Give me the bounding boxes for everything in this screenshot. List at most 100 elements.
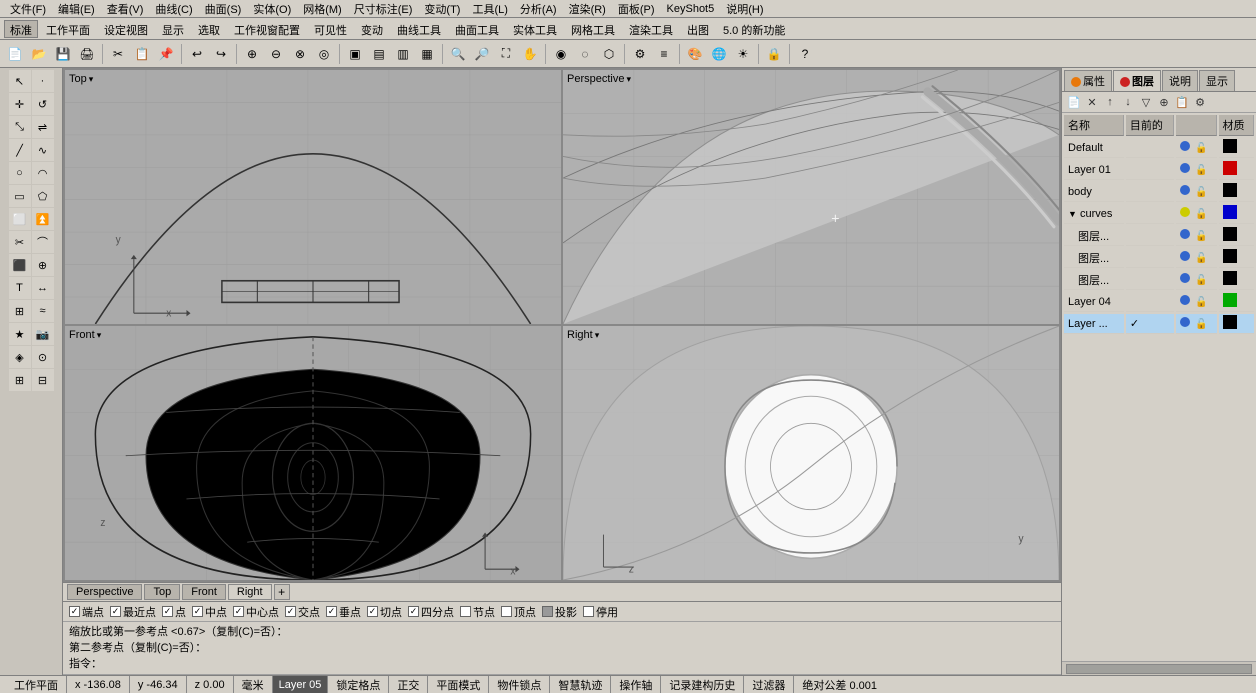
viewport-front[interactable]: Front [65,326,561,580]
layer-name-body[interactable]: body [1064,182,1124,202]
tool3-icon[interactable]: ⊗ [289,43,311,65]
menu-curve[interactable]: 曲线(C) [149,1,198,17]
snap-intersect-cb[interactable] [285,606,296,617]
vp-tab-top[interactable]: Top [144,584,180,600]
menu-render[interactable]: 渲染(R) [563,1,612,17]
snap-vertex-cb[interactable] [501,606,512,617]
snap-perp[interactable]: 垂点 [326,604,361,620]
status-snap2[interactable]: 正交 [389,676,428,693]
tb-select[interactable]: 选取 [192,20,226,38]
lock-icon[interactable]: 🔒 [763,43,785,65]
layer-vis-tool[interactable]: ◈ [9,346,31,368]
rpanel-tab-notes[interactable]: 说明 [1162,70,1198,91]
layer-lock-sub2[interactable]: 🔓 [1195,253,1207,264]
render-tool[interactable]: ★ [9,323,31,345]
snap-icon[interactable]: ⚙ [629,43,651,65]
vp-tab-perspective[interactable]: Perspective [67,584,142,600]
point-tool[interactable]: · [32,70,54,92]
tb-viewport-config[interactable]: 工作视窗配置 [228,20,306,38]
tool4-icon[interactable]: ◎ [313,43,335,65]
rp-new-icon[interactable]: 📄 [1066,94,1082,110]
new-icon[interactable]: 📄 [4,43,26,65]
help-icon[interactable]: ? [794,43,816,65]
poly-tool[interactable]: ⬠ [32,185,54,207]
snap-knot[interactable]: 节点 [460,604,495,620]
layer-lock-curves[interactable]: 🔓 [1195,209,1207,220]
rp-filter-icon[interactable]: ▽ [1138,94,1154,110]
paste-icon[interactable]: 📌 [155,43,177,65]
menu-help[interactable]: 说明(H) [720,1,769,17]
rp-down-icon[interactable]: ↓ [1120,94,1136,110]
rp-add-icon[interactable]: ⊕ [1156,94,1172,110]
viewport-front-label[interactable]: Front [69,329,101,341]
rp-up-icon[interactable]: ↑ [1102,94,1118,110]
status-snap6[interactable]: 操作轴 [611,676,661,693]
status-snap3[interactable]: 平面模式 [428,676,489,693]
snap-endpoint[interactable]: 端点 [69,604,104,620]
snap-midpoint-cb[interactable] [192,606,203,617]
status-snap5[interactable]: 智慧轨迹 [550,676,611,693]
pan-icon[interactable]: ✋ [519,43,541,65]
snap-tan-cb[interactable] [367,606,378,617]
menu-keyshot[interactable]: KeyShot5 [661,3,721,15]
menu-analysis[interactable]: 分析(A) [514,1,563,17]
snap-knot-cb[interactable] [460,606,471,617]
grid-tool[interactable]: ⊞ [9,369,31,391]
render-icon[interactable]: 🎨 [684,43,706,65]
zoom-ext-icon[interactable]: ⛶ [495,43,517,65]
tool8-icon[interactable]: ▦ [416,43,438,65]
select-tool[interactable]: ↖ [9,70,31,92]
layer-name-sub1[interactable]: 图层... [1064,226,1124,246]
snap-disable[interactable]: 停用 [583,604,618,620]
snap-endpoint-cb[interactable] [69,606,80,617]
viewport-top[interactable]: Top [65,70,561,324]
layer-lock-default[interactable]: 🔓 [1195,143,1207,154]
snap-disable-cb[interactable] [583,606,594,617]
tool5-icon[interactable]: ▣ [344,43,366,65]
circle-tool[interactable]: ○ [9,162,31,184]
extrude-tool[interactable]: ⏫ [32,208,54,230]
surface-tool[interactable]: ⬜ [9,208,31,230]
menu-edit[interactable]: 编辑(E) [52,1,101,17]
status-snap7[interactable]: 记录建构历史 [661,676,744,693]
layer-lock-sub1[interactable]: 🔓 [1195,231,1207,242]
layer-name-04[interactable]: Layer 04 [1064,292,1124,312]
vp-tab-add[interactable]: + [274,584,290,600]
menu-tools[interactable]: 工具(L) [466,1,513,17]
tb-surface-tools[interactable]: 曲面工具 [449,20,505,38]
tb-render-tools[interactable]: 渲染工具 [623,20,679,38]
viewport-right[interactable]: Right [563,326,1059,580]
rp-delete-icon[interactable]: ✕ [1084,94,1100,110]
save-icon[interactable]: 💾 [52,43,74,65]
trim-tool[interactable]: ✂ [9,231,31,253]
wire-icon[interactable]: ◌ [574,43,596,65]
tb-solid-tools[interactable]: 实体工具 [507,20,563,38]
rpanel-tab-props[interactable]: 属性 [1064,70,1112,91]
collapse-icon[interactable]: ▼ [1068,209,1077,219]
layer-name-sub2[interactable]: 图层... [1064,248,1124,268]
menu-view[interactable]: 查看(V) [101,1,150,17]
curve-tool[interactable]: ∿ [32,139,54,161]
status-layer[interactable]: Layer 05 [273,676,329,693]
snap-project-cb[interactable] [542,606,553,617]
tool1-icon[interactable]: ⊕ [241,43,263,65]
layer-name-01[interactable]: Layer 01 [1064,160,1124,180]
menu-file[interactable]: 文件(F) [4,1,52,17]
menu-surface[interactable]: 曲面(S) [199,1,248,17]
dim-tool[interactable]: ↔ [32,277,54,299]
snap-center-cb[interactable] [233,606,244,617]
undo-icon[interactable]: ↩ [186,43,208,65]
tool6-icon[interactable]: ▤ [368,43,390,65]
menu-dim[interactable]: 尺寸标注(E) [348,1,419,17]
snap-vertex[interactable]: 顶点 [501,604,536,620]
snap-nearest[interactable]: 最近点 [110,604,156,620]
redo-icon[interactable]: ↪ [210,43,232,65]
print-icon[interactable]: 🖨 [76,43,98,65]
snap-nearest-cb[interactable] [110,606,121,617]
tb-new-features[interactable]: 5.0 的新功能 [717,20,791,38]
tool7-icon[interactable]: ▥ [392,43,414,65]
scroll-thumb[interactable] [1066,664,1252,674]
layer-name-default[interactable]: Default [1064,138,1124,158]
zoom-in-icon[interactable]: 🔍 [447,43,469,65]
tb-visibility[interactable]: 可见性 [308,20,353,38]
